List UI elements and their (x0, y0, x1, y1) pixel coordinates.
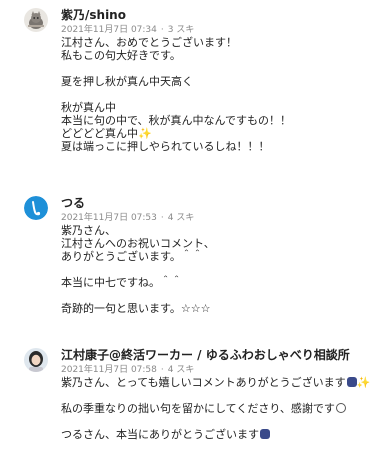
comment-date[interactable]: 2021年11月7日 07:34 (61, 25, 157, 35)
happy-face-emoji-icon (346, 377, 357, 387)
comment-likes[interactable]: 4 スキ (168, 365, 195, 375)
comment-line-with-emoji: 私の季重なりの拙い句を留かにしてくださり、感謝です (61, 402, 381, 415)
cat-avatar-icon[interactable] (24, 8, 48, 32)
comment-body: 江村さん、おめでとうございます！ 私もこの句大好きです。 夏を押し秋が真ん中天高… (61, 36, 381, 153)
comment-author[interactable]: つる (61, 194, 85, 211)
comment-line: 本当に句の中で、秋が真ん中なんですもの！！ (61, 114, 292, 127)
comment-line-text: 私の季重なりの拙い句を留かにしてくださり、感謝です (61, 402, 335, 415)
comment-line-text: つるさん、本当にありがとうございます (61, 428, 259, 441)
comment-line: 私もこの句大好きです。 (61, 49, 181, 62)
comment-body: 紫乃さん、とっても嬉しいコメントありがとうございます ✨ 私の季重なりの拙い句を留… (61, 376, 381, 441)
comment-date[interactable]: 2021年11月7日 07:53 (61, 213, 157, 223)
sparkle-icon: ✨ (138, 127, 152, 140)
comment-meta: 2021年11月7日 07:53 · 4 スキ (61, 210, 194, 223)
comment-meta: 2021年11月7日 07:58 · 4 スキ (61, 362, 194, 375)
comment-line: 奇跡的一句と思います。☆☆☆ (61, 302, 211, 315)
comment-body: 紫乃さん、 江村さんへのお祝いコメント、 ありがとうございます。＾＾ 本当に中七… (61, 224, 381, 315)
meta-separator: · (160, 213, 164, 223)
meta-separator: · (160, 365, 164, 375)
comment-author[interactable]: 江村康子@終活ワーカー / ゆるふわおしゃべり相談所 (61, 346, 350, 363)
comment-line: ありがとうございます。＾＾ (61, 250, 203, 263)
comment-author[interactable]: 紫乃/shino (61, 6, 126, 23)
comment-line (61, 389, 381, 402)
happy-face-emoji-icon (260, 429, 270, 439)
comment-date[interactable]: 2021年11月7日 07:58 (61, 365, 157, 375)
comment-line: 本当に中七ですね。＾＾ (61, 276, 182, 289)
comment-line (61, 415, 381, 428)
comment-line (61, 88, 381, 101)
comment-line: 紫乃さん、 (61, 224, 116, 237)
comment-line: 夏は端っこに押しやられているしね！！！ (61, 140, 270, 153)
comment-line-with-emoji: どどどど真ん中✨ (61, 127, 381, 140)
comment-line: 江村さんへのお祝いコメント、 (61, 237, 215, 250)
comment-line (61, 263, 381, 276)
comment-likes[interactable]: 3 スキ (168, 25, 195, 35)
comment-line-with-emoji: つるさん、本当にありがとうございます (61, 428, 381, 441)
comment-likes[interactable]: 4 スキ (168, 213, 195, 223)
comment-line-text: どどどど真ん中 (61, 127, 138, 140)
comment-line (61, 289, 381, 302)
woman-avatar-icon[interactable] (24, 348, 48, 372)
comment-line: 江村さん、おめでとうございます！ (61, 36, 237, 49)
comment-feed: 紫乃/shino 2021年11月7日 07:34 · 3 スキ 江村さん、おめでと… (0, 0, 388, 468)
meta-separator: · (160, 25, 164, 35)
comment-line-with-emoji: 紫乃さん、とっても嬉しいコメントありがとうございます ✨ (61, 376, 381, 389)
smile-emoji-icon (335, 403, 346, 413)
comment-meta: 2021年11月7日 07:34 · 3 スキ (61, 22, 194, 35)
crane-avatar-icon[interactable] (24, 196, 48, 220)
comment-line: 秋が真ん中 (61, 101, 116, 114)
sparkle-icon: ✨ (356, 376, 371, 389)
comment-line-text: 紫乃さん、とっても嬉しいコメントありがとうございます (61, 376, 346, 389)
comment-line (61, 62, 381, 75)
comment-line: 夏を押し秋が真ん中天高く (61, 75, 193, 88)
